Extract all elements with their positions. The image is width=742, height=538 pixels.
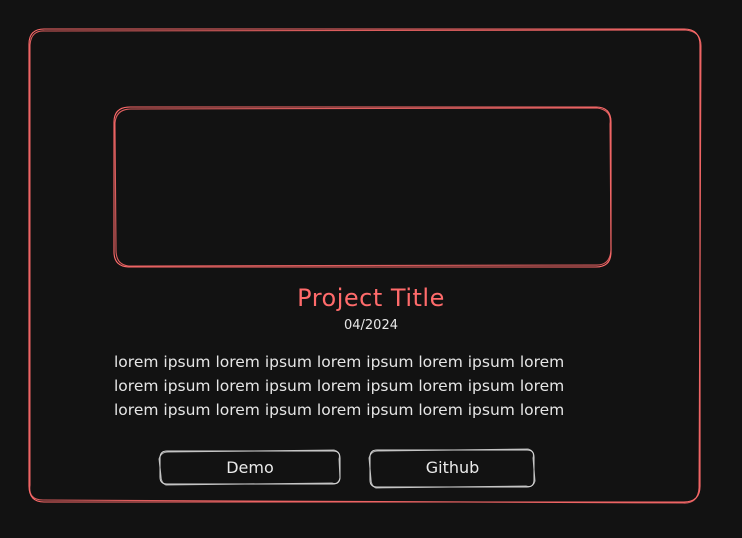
project-title: Project Title bbox=[297, 284, 445, 312]
demo-button[interactable]: Demo bbox=[160, 451, 340, 483]
project-date: 04/2024 bbox=[343, 318, 398, 333]
project-description: lorem ipsum lorem ipsum lorem ipsum lore… bbox=[114, 353, 565, 419]
image-placeholder bbox=[113, 106, 612, 268]
demo-button-label: Demo bbox=[226, 457, 274, 477]
github-button-label: Github bbox=[425, 457, 480, 477]
github-button[interactable]: Github bbox=[370, 451, 535, 483]
